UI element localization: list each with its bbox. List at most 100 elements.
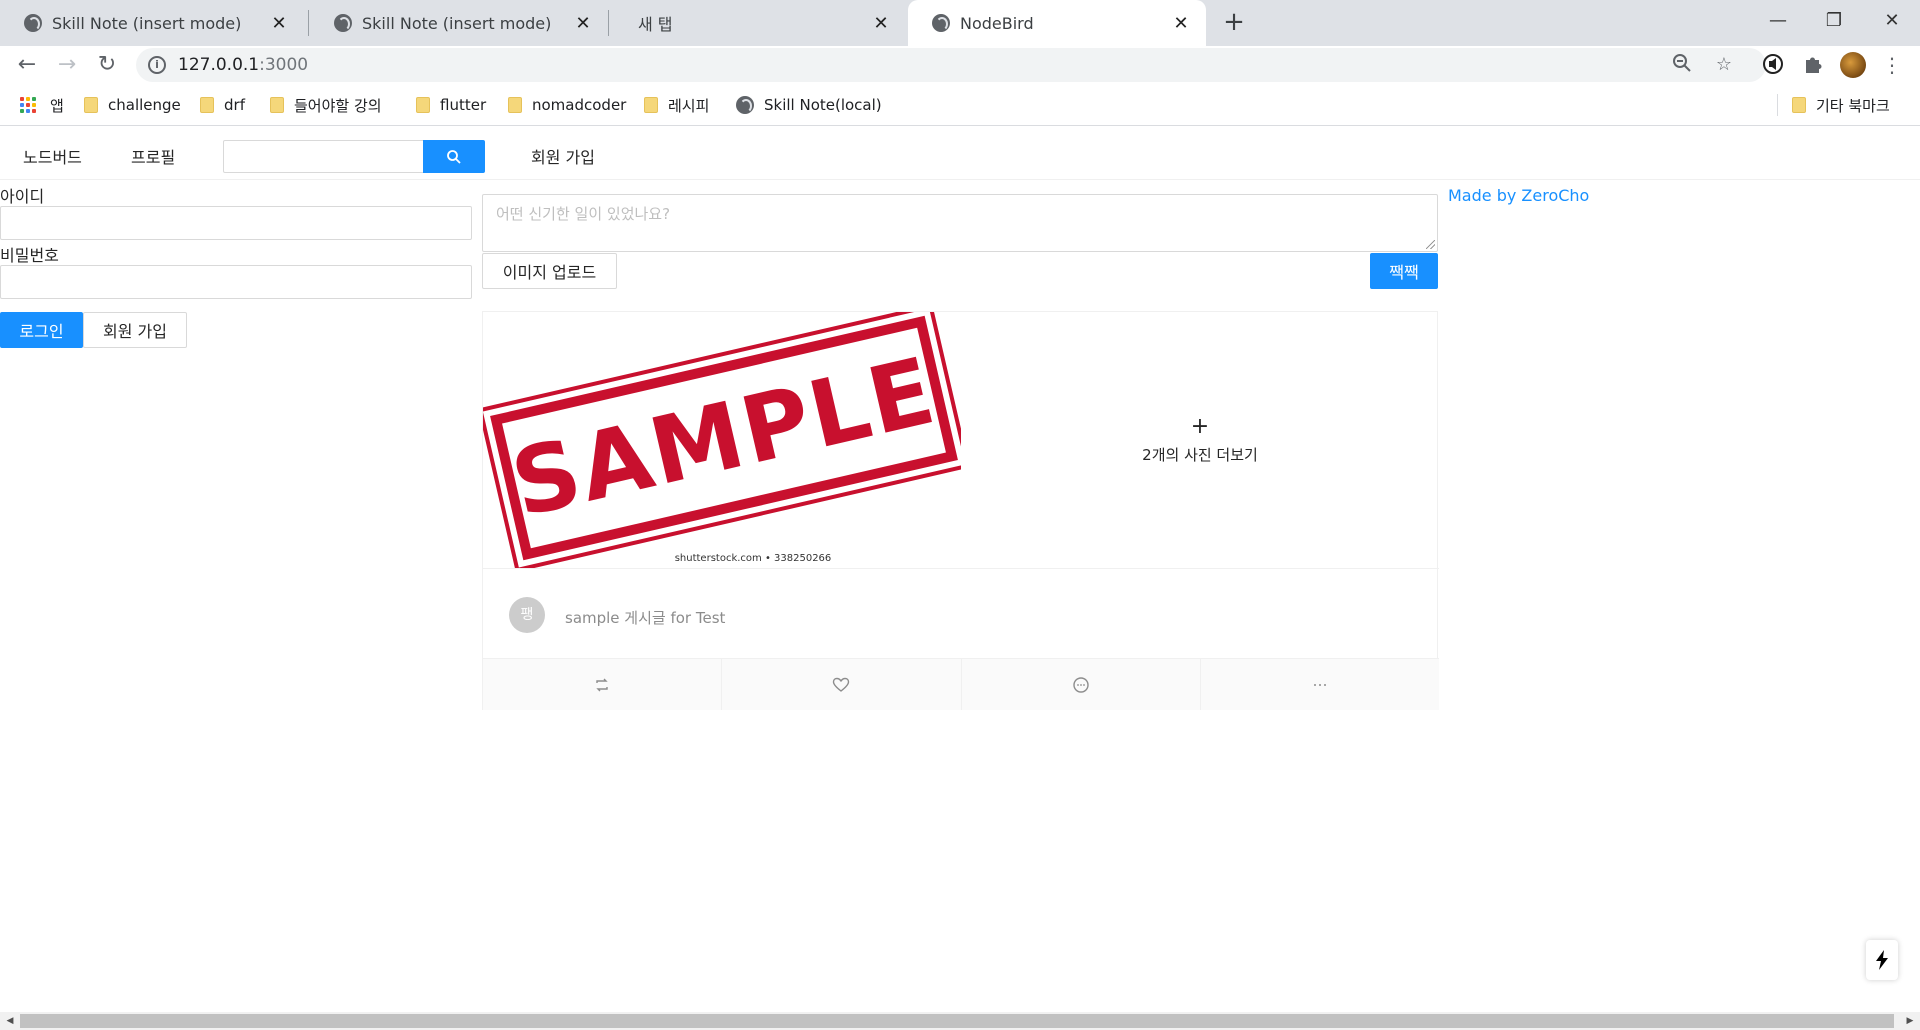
post-textarea-placeholder: 어떤 신기한 일이 있었나요? (496, 205, 671, 223)
bookmark-folder[interactable]: 레시피 (644, 93, 709, 117)
browser-tab[interactable]: Skill Note (insert mode) ✕ (0, 0, 304, 46)
sample-stamp: SAMPLE (483, 312, 961, 568)
back-arrow-icon[interactable]: ← (11, 49, 43, 81)
resize-grip-icon[interactable] (1426, 240, 1435, 249)
search-button[interactable] (423, 140, 485, 173)
browser-tabstrip: Skill Note (insert mode) ✕ Skill Note (i… (0, 0, 1920, 46)
reload-icon[interactable]: ↻ (91, 49, 123, 81)
retweet-icon (596, 678, 608, 691)
menu-item-signup[interactable]: 회원 가입 (531, 144, 595, 168)
lightning-icon (1876, 950, 1888, 970)
made-by-link[interactable]: Made by ZeroCho (1448, 186, 1589, 205)
bookmark-folder[interactable]: flutter (416, 93, 486, 117)
bookmark-label: drf (224, 96, 245, 114)
menu-item-profile[interactable]: 프로필 (131, 144, 175, 168)
globe-icon (736, 96, 754, 114)
browser-tab[interactable]: 새 탭 ✕ (614, 0, 906, 46)
comment-button[interactable] (962, 659, 1201, 710)
like-button[interactable] (722, 659, 962, 710)
bookmark-folder[interactable]: 들어야할 강의 (270, 93, 382, 117)
post-description: sample 게시글 for Test (565, 609, 726, 627)
bookmarks-separator (1777, 94, 1778, 116)
close-icon[interactable]: ✕ (268, 12, 290, 34)
tab-title: NodeBird (960, 13, 1034, 33)
stamp-text: SAMPLE (502, 337, 946, 538)
browser-tab[interactable]: Skill Note (insert mode) ✕ (310, 0, 608, 46)
more-button[interactable] (1201, 659, 1439, 710)
more-photos-button[interactable]: + 2개의 사진 더보기 (961, 312, 1439, 568)
bookmark-site[interactable]: Skill Note(local) (736, 93, 882, 117)
bookmark-label: 기타 북마크 (1816, 96, 1890, 115)
post-image[interactable]: SAMPLE shutterstock.com • 338250266 (483, 312, 961, 568)
login-button[interactable]: 로그인 (0, 312, 83, 348)
window-close-icon[interactable]: ✕ (1864, 0, 1920, 40)
image-upload-button[interactable]: 이미지 업로드 (482, 253, 617, 289)
more-photos-text: 2개의 사진 더보기 (1142, 445, 1258, 464)
bookmark-other-folder[interactable]: 기타 북마크 (1792, 93, 1890, 117)
star-bookmark-icon[interactable]: ☆ (1712, 53, 1736, 77)
globe-icon (24, 14, 42, 32)
close-icon[interactable]: ✕ (870, 12, 892, 34)
bookmark-label: flutter (440, 96, 487, 114)
password-input[interactable] (0, 265, 472, 299)
search-icon (447, 149, 461, 164)
bookmark-folder[interactable]: nomadcoder (508, 93, 626, 117)
folder-icon (84, 97, 98, 113)
tab-separator (608, 10, 609, 36)
folder-icon (416, 97, 430, 113)
folder-icon (508, 97, 522, 113)
extension-audio-icon[interactable] (1760, 53, 1786, 79)
bookmark-label: nomadcoder (532, 96, 627, 114)
post-textarea[interactable]: 어떤 신기한 일이 있었나요? (482, 194, 1438, 252)
horizontal-scrollbar[interactable]: ◀ ▶ (0, 1012, 1920, 1030)
bookmark-label: 레시피 (668, 96, 710, 115)
browser-tab-active[interactable]: NodeBird ✕ (908, 0, 1206, 46)
bookmark-label: Skill Note(local) (764, 96, 882, 114)
forward-arrow-icon[interactable]: → (51, 49, 83, 81)
bookmark-apps[interactable]: 앱 (20, 93, 64, 117)
address-port: :3000 (259, 55, 309, 75)
submit-post-button[interactable]: 짹짹 (1370, 253, 1438, 289)
browser-menu-icon[interactable]: ⋮ (1882, 52, 1902, 78)
tab-title: Skill Note (insert mode) (362, 13, 552, 33)
tab-title: Skill Note (insert mode) (52, 13, 242, 33)
post-card: SAMPLE shutterstock.com • 338250266 + 2개… (482, 311, 1439, 710)
bookmark-label: 앱 (50, 96, 64, 115)
globe-icon (932, 14, 950, 32)
extensions-puzzle-icon[interactable] (1800, 53, 1826, 79)
heart-icon (833, 677, 850, 692)
minimize-icon[interactable]: — (1750, 0, 1806, 40)
close-icon[interactable]: ✕ (572, 12, 594, 34)
bookmarks-bar: 앱 challenge drf 들어야할 강의 flutter nomadcod… (0, 84, 1920, 126)
scrollbar-thumb[interactable] (20, 1014, 1894, 1028)
avatar: 팽 (509, 597, 545, 633)
scroll-right-icon[interactable]: ▶ (1902, 1014, 1918, 1028)
new-tab-button[interactable]: + (1218, 6, 1250, 38)
zoom-icon[interactable] (1670, 53, 1694, 77)
tab-title: 새 탭 (638, 15, 673, 34)
globe-icon (334, 14, 352, 32)
folder-icon (270, 97, 284, 113)
close-icon[interactable]: ✕ (1170, 12, 1192, 34)
post-meta: 팽 sample 게시글 for Test (483, 568, 1439, 668)
next-dev-indicator[interactable] (1866, 940, 1898, 980)
bookmark-folder[interactable]: drf (200, 93, 245, 117)
signup-button[interactable]: 회원 가입 (83, 312, 187, 348)
bookmark-folder[interactable]: challenge (84, 93, 181, 117)
bookmark-label: 들어야할 강의 (294, 96, 382, 115)
address-host: 127.0.0.1 (178, 55, 260, 75)
folder-icon (644, 97, 658, 113)
site-info-icon[interactable]: i (148, 56, 166, 74)
ellipsis-icon (1313, 683, 1326, 686)
restore-icon[interactable]: ❐ (1806, 0, 1862, 40)
menu-item-home[interactable]: 노드버드 (23, 144, 82, 168)
address-bar[interactable]: i 127.0.0.1:3000 ☆ (136, 48, 1766, 82)
profile-avatar-icon[interactable] (1840, 52, 1866, 78)
scroll-left-icon[interactable]: ◀ (2, 1014, 18, 1028)
folder-icon (200, 97, 214, 113)
id-input[interactable] (0, 206, 472, 240)
tab-separator (308, 10, 309, 36)
retweet-button[interactable] (483, 659, 723, 710)
apps-grid-icon (20, 97, 36, 113)
search-input[interactable] (223, 140, 424, 173)
